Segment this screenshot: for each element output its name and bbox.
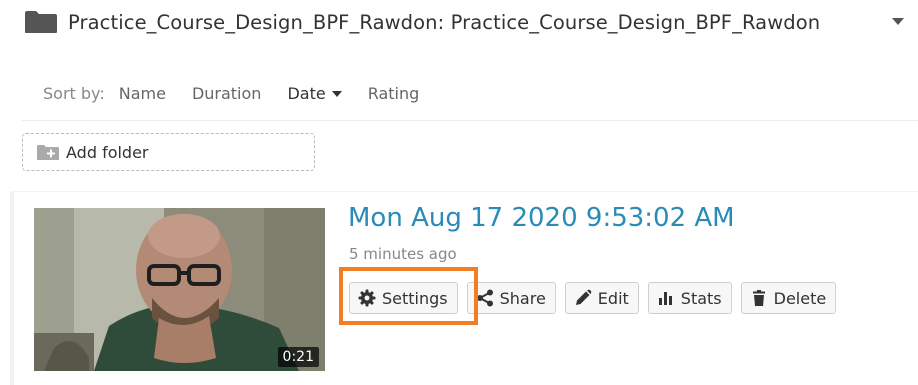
divider: [22, 120, 918, 121]
stats-button[interactable]: Stats: [647, 282, 732, 314]
add-folder-label: Add folder: [66, 142, 149, 162]
add-folder-button[interactable]: Add folder: [22, 133, 315, 171]
share-label: Share: [499, 288, 546, 308]
edit-button[interactable]: Edit: [564, 282, 639, 314]
sort-option-duration[interactable]: Duration: [192, 84, 262, 103]
folder-icon: [24, 10, 58, 34]
caret-down-icon[interactable]: [892, 18, 904, 25]
duration-badge: 0:21: [277, 347, 319, 367]
bar-chart-icon: [657, 289, 675, 307]
trash-icon: [750, 289, 768, 307]
share-icon: [476, 289, 494, 307]
edit-label: Edit: [597, 288, 629, 308]
stats-label: Stats: [680, 288, 722, 308]
sort-bar: Sort by: Name Duration Date Rating: [43, 80, 445, 106]
settings-highlight: [339, 267, 478, 325]
sort-option-rating[interactable]: Rating: [368, 84, 420, 103]
video-thumbnail[interactable]: 0:21: [34, 208, 325, 371]
delete-label: Delete: [773, 288, 827, 308]
video-age: 5 minutes ago: [349, 245, 457, 263]
folder-title: Practice_Course_Design_BPF_Rawdon: Pract…: [68, 10, 821, 34]
folder-header[interactable]: Practice_Course_Design_BPF_Rawdon: Pract…: [24, 4, 914, 40]
pencil-icon: [574, 289, 592, 307]
folder-plus-icon: [36, 144, 60, 161]
sort-caret-down-icon: [331, 90, 342, 97]
sort-option-date-label: Date: [287, 83, 326, 103]
share-button[interactable]: Share: [466, 282, 556, 314]
sort-option-date[interactable]: Date: [287, 83, 342, 103]
video-title-link[interactable]: Mon Aug 17 2020 9:53:02 AM: [348, 203, 735, 233]
sort-option-name[interactable]: Name: [119, 84, 166, 103]
sort-label: Sort by:: [43, 83, 105, 103]
delete-button[interactable]: Delete: [740, 282, 837, 314]
